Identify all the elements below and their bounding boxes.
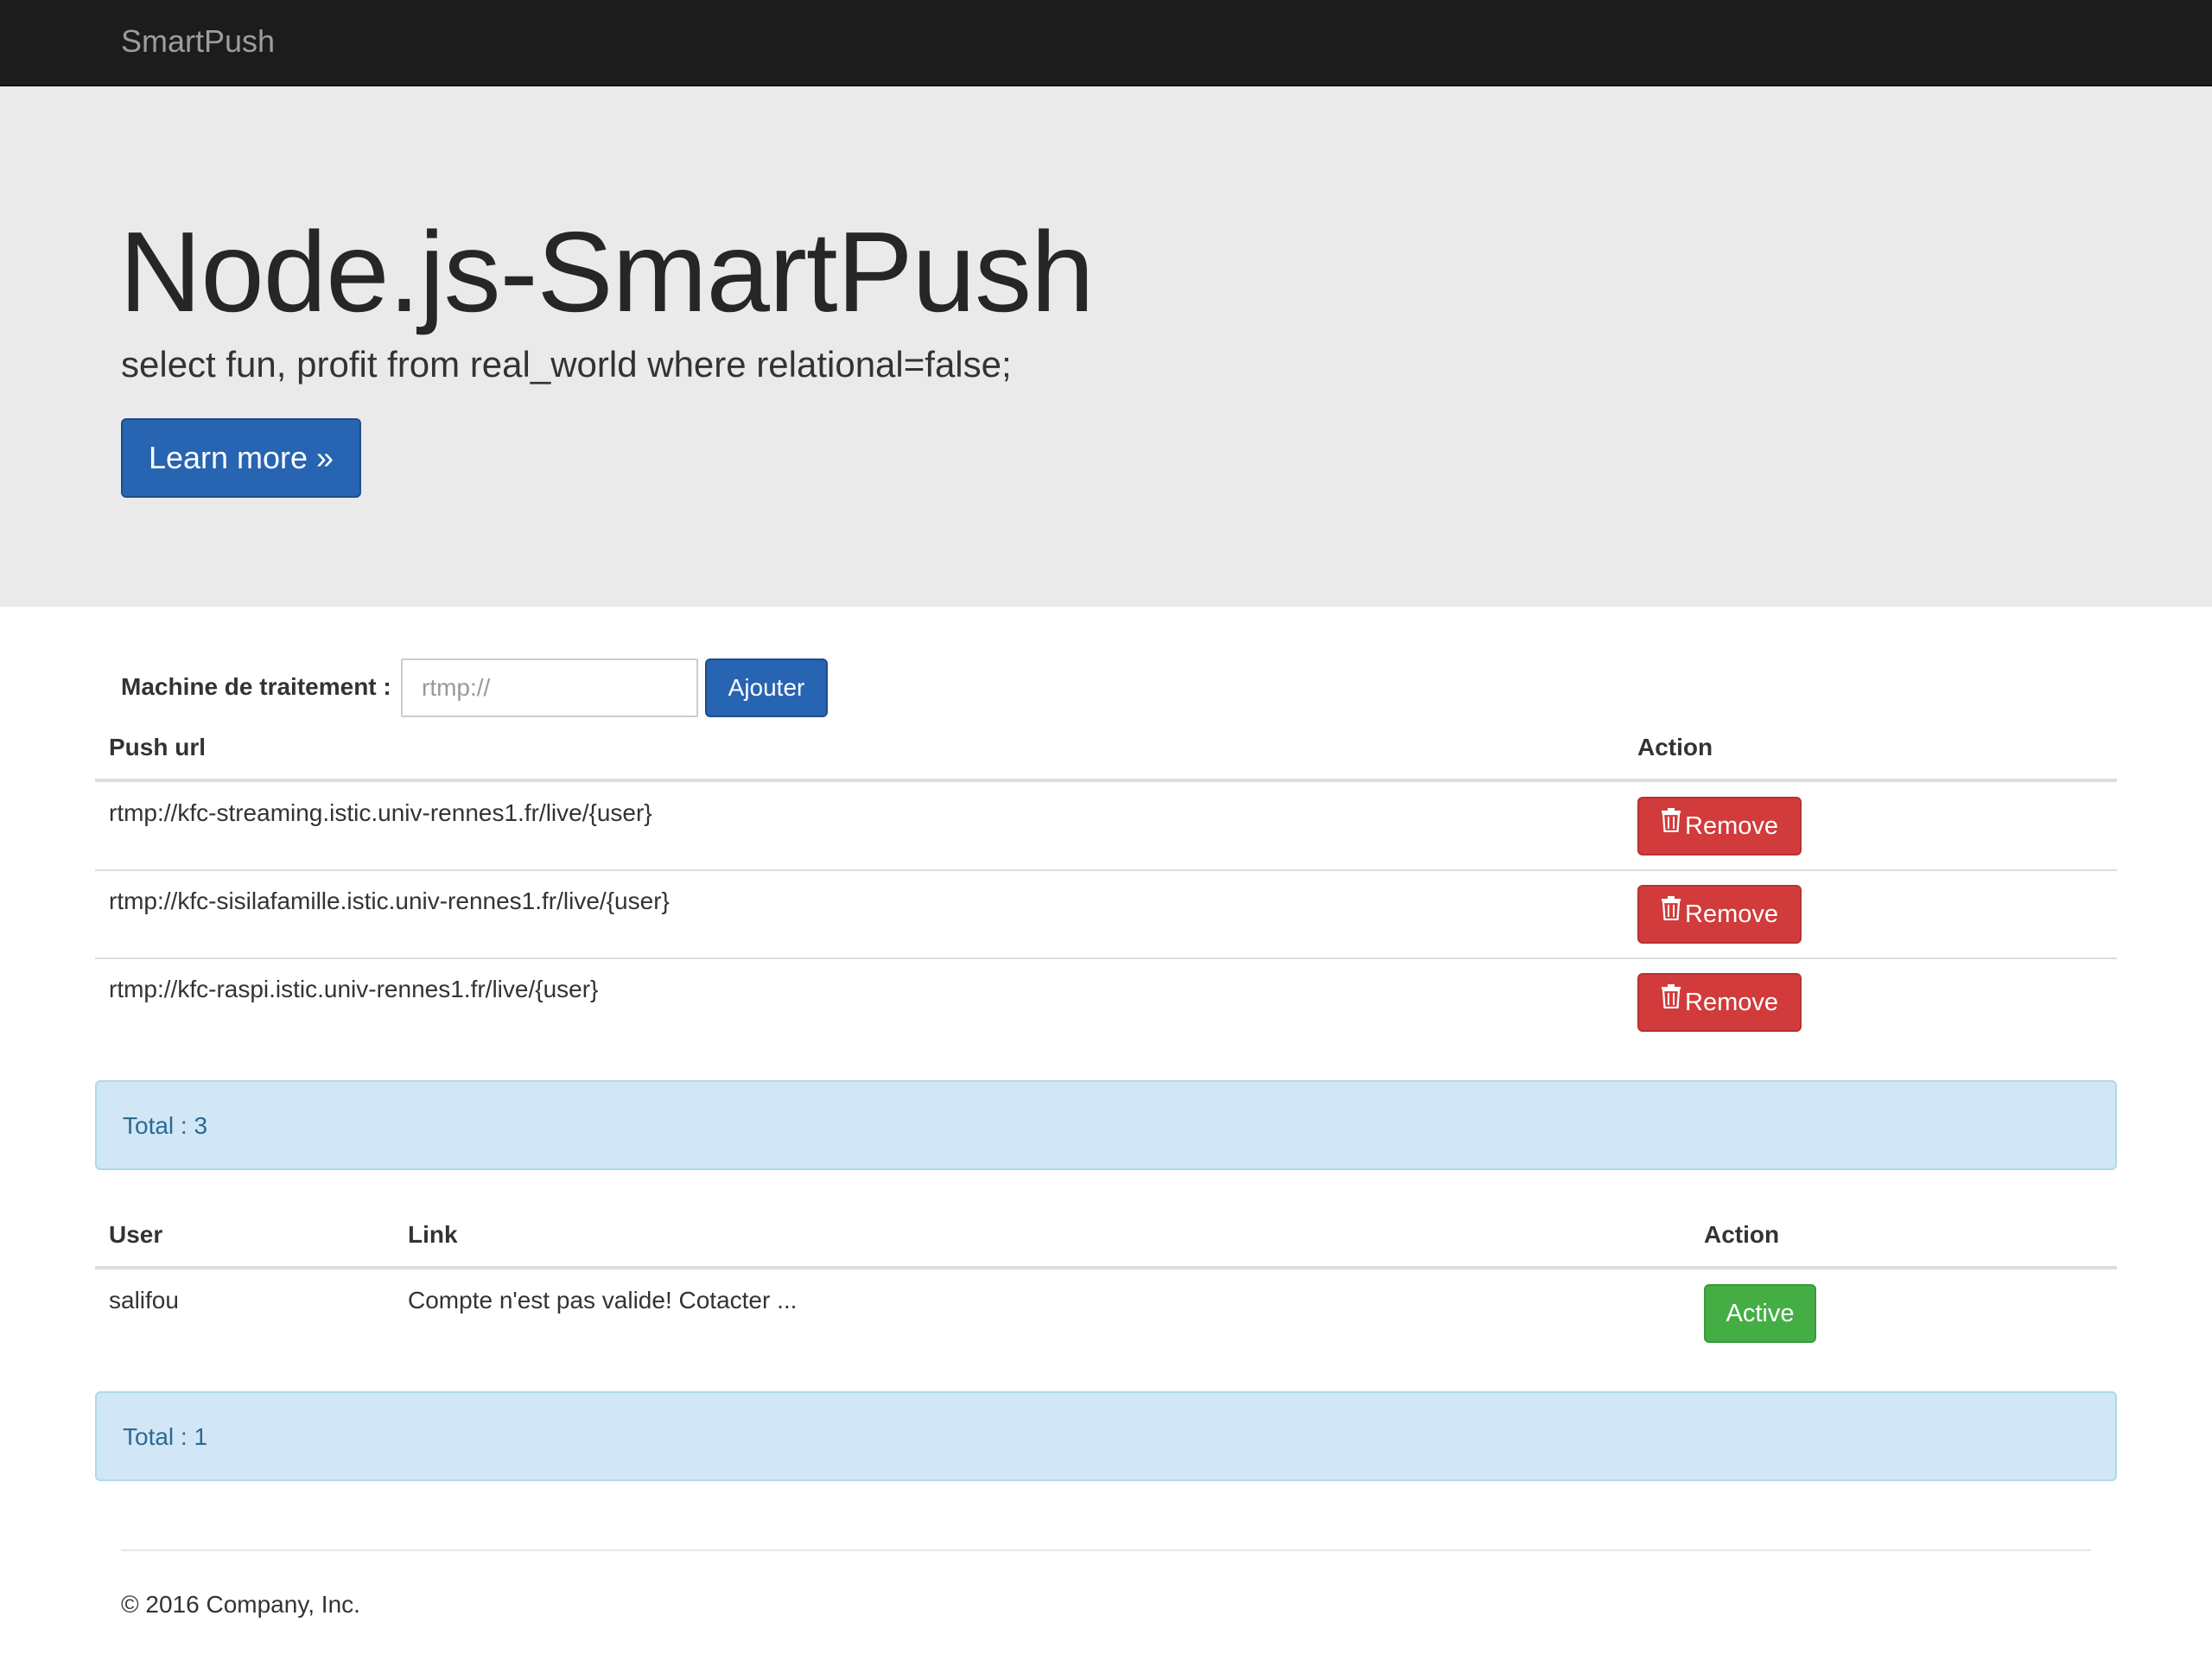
machine-label: Machine de traitement : xyxy=(121,673,391,700)
user-cell: salifou xyxy=(109,1287,179,1314)
push-total-text: Total : 3 xyxy=(123,1112,208,1139)
push-url-cell: rtmp://kfc-streaming.istic.univ-rennes1.… xyxy=(109,799,652,826)
column-header-action: Action xyxy=(1704,1221,1780,1248)
active-button[interactable]: Active xyxy=(1704,1284,1816,1343)
user-total-alert: Total : 1 xyxy=(95,1391,2117,1481)
jumbotron: Node.js-SmartPush select fun, profit fro… xyxy=(0,86,2212,607)
remove-button[interactable]: Remove xyxy=(1637,885,1802,944)
trash-icon xyxy=(1661,797,1681,852)
trash-icon xyxy=(1661,885,1681,940)
user-total-text: Total : 1 xyxy=(123,1423,208,1450)
add-button[interactable]: Ajouter xyxy=(705,658,828,717)
page-title: Node.js-SmartPush xyxy=(119,208,1094,335)
footer-copyright: © 2016 Company, Inc. xyxy=(121,1591,360,1618)
push-url-cell: rtmp://kfc-raspi.istic.univ-rennes1.fr/l… xyxy=(109,976,599,1002)
remove-button-label: Remove xyxy=(1685,812,1778,840)
trash-icon xyxy=(1661,973,1681,1028)
link-cell: Compte n'est pas valide! Cotacter ... xyxy=(408,1287,798,1314)
rtmp-url-input[interactable] xyxy=(401,658,698,717)
remove-button[interactable]: Remove xyxy=(1637,973,1802,1032)
column-header-action: Action xyxy=(1637,734,1713,760)
row-divider xyxy=(95,957,2117,959)
table-header-divider xyxy=(95,1266,2117,1269)
push-total-alert: Total : 3 xyxy=(95,1080,2117,1170)
row-divider xyxy=(95,869,2117,871)
remove-button[interactable]: Remove xyxy=(1637,797,1802,856)
lead-text: select fun, profit from real_world where… xyxy=(121,344,1012,385)
navbar-brand[interactable]: SmartPush xyxy=(121,22,275,60)
column-header-link: Link xyxy=(408,1221,458,1248)
remove-button-label: Remove xyxy=(1685,989,1778,1016)
learn-more-button[interactable]: Learn more » xyxy=(121,418,361,498)
push-url-cell: rtmp://kfc-sisilafamille.istic.univ-renn… xyxy=(109,887,670,914)
table-header-divider xyxy=(95,779,2117,782)
navbar: SmartPush xyxy=(0,0,2212,86)
footer-divider xyxy=(121,1549,2091,1551)
column-header-user: User xyxy=(109,1221,163,1248)
remove-button-label: Remove xyxy=(1685,900,1778,928)
column-header-push-url: Push url xyxy=(109,734,207,760)
